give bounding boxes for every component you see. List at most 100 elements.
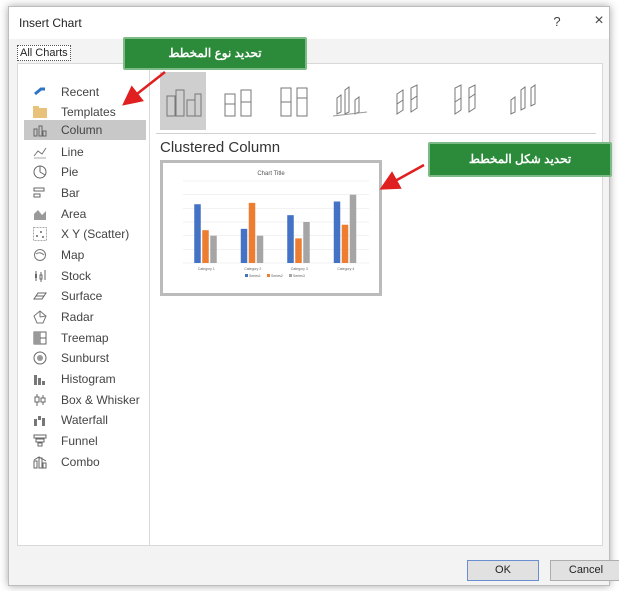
sidebar-item-histogram[interactable]: Histogram: [24, 369, 146, 389]
sidebar-item-pie[interactable]: Pie: [24, 162, 146, 182]
sidebar-item-label: Funnel: [61, 434, 98, 448]
sidebar-item-label: Treemap: [61, 331, 109, 345]
sidebar-item-label: Map: [61, 248, 85, 262]
sidebar-item-line[interactable]: Line: [24, 142, 146, 162]
preview-legend-swatch: [289, 274, 292, 277]
preview-legend-swatch: [267, 274, 270, 277]
sidebar-item-label: X Y (Scatter): [61, 227, 130, 241]
subtype-3d-column-icon[interactable]: [502, 72, 548, 130]
ok-button[interactable]: OK: [467, 560, 539, 581]
chart-preview[interactable]: Chart Title Category 1 Category 2 Category …: [160, 160, 382, 296]
sidebar-item-label: Bar: [61, 186, 80, 200]
combo-chart-icon: [32, 454, 48, 470]
sidebar-item-label: Waterfall: [61, 413, 108, 427]
close-button[interactable]: ×: [591, 13, 607, 29]
sidebar-item-radar[interactable]: Radar: [24, 307, 146, 327]
chart-type-list: Recent Templates Column Line Pie Bar Area X Y (…: [18, 64, 150, 545]
column-chart-icon: [32, 122, 48, 138]
preview-legend-label: Series3: [293, 274, 305, 278]
preview-legend-label: Series2: [271, 274, 283, 278]
sidebar-item-label: Surface: [61, 289, 103, 303]
help-button[interactable]: ?: [549, 14, 565, 30]
preview-bar: [333, 201, 341, 263]
sidebar-item-combo[interactable]: Combo: [24, 452, 146, 472]
sidebar-item-label: Line: [61, 145, 84, 159]
sidebar-item-recent[interactable]: Recent: [24, 82, 146, 102]
sidebar-item-treemap[interactable]: Treemap: [24, 328, 146, 348]
subtype-3d-100-stacked-column-icon[interactable]: [444, 72, 490, 130]
subtype-stacked-column-icon[interactable]: [216, 72, 262, 130]
sidebar-item-bar[interactable]: Bar: [24, 183, 146, 203]
preview-bar: [240, 228, 248, 263]
sidebar-item-sunburst[interactable]: Sunburst: [24, 348, 146, 368]
funnel-chart-icon: [32, 433, 48, 449]
preview-bar: [210, 235, 217, 263]
preview-bar: [349, 194, 357, 263]
sidebar-item-label: Box & Whisker: [61, 393, 140, 407]
preview-category-label: Category 2: [244, 267, 261, 271]
subtype-3d-stacked-column-icon[interactable]: [386, 72, 432, 130]
sidebar-item-label: Stock: [61, 269, 92, 283]
sidebar-item-label: Combo: [61, 455, 100, 469]
treemap-chart-icon: [32, 330, 48, 346]
folder-icon: [32, 104, 48, 120]
recent-icon: [32, 84, 48, 100]
sidebar-item-label: Sunburst: [61, 351, 110, 365]
histogram-chart-icon: [32, 371, 48, 387]
area-chart-icon: [32, 206, 48, 222]
preview-category-label: Category 3: [291, 267, 308, 271]
chart-subtype-row: [160, 72, 600, 130]
sidebar-item-templates[interactable]: Templates: [24, 102, 146, 122]
tab-all-charts[interactable]: All Charts: [17, 45, 71, 61]
pie-chart-icon: [32, 164, 48, 180]
preview-bar: [248, 202, 256, 263]
sidebar-item-column[interactable]: Column: [24, 120, 146, 140]
sidebar-item-x-y-scatter[interactable]: X Y (Scatter): [24, 224, 146, 244]
chart-shape-callout: تحديد شكل المخطط: [428, 142, 612, 177]
sidebar-item-label: Recent: [61, 85, 100, 99]
preview-bar: [303, 222, 310, 263]
chart-type-callout: تحديد نوع المخطط: [123, 37, 307, 70]
preview-bar: [295, 238, 302, 263]
subtype-3d-clustered-column-icon[interactable]: [328, 72, 374, 130]
preview-legend-label: Series1: [249, 274, 261, 278]
surface-chart-icon: [32, 288, 48, 304]
box-whisker-chart-icon: [32, 392, 48, 408]
chart-picker-panel: Recent Templates Column Line Pie Bar Area X Y (…: [17, 63, 603, 546]
line-chart-icon: [32, 144, 48, 160]
subtype-100-stacked-column-icon[interactable]: [272, 72, 318, 130]
subtype-title: Clustered Column: [160, 139, 281, 156]
sidebar-item-waterfall[interactable]: Waterfall: [24, 410, 146, 430]
sidebar-item-map[interactable]: Map: [24, 245, 146, 265]
sidebar-item-area[interactable]: Area: [24, 204, 146, 224]
radar-chart-icon: [32, 309, 48, 325]
sidebar-item-label: Radar: [61, 310, 94, 324]
sunburst-chart-icon: [32, 350, 48, 366]
preview-bar: [287, 215, 294, 263]
sidebar-item-box-whisker[interactable]: Box & Whisker: [24, 390, 146, 410]
stock-chart-icon: [32, 268, 48, 284]
scatter-chart-icon: [32, 226, 48, 242]
sidebar-item-surface[interactable]: Surface: [24, 286, 146, 306]
sidebar-item-label: Pie: [61, 165, 79, 179]
preview-chart-title: Chart Title: [257, 171, 285, 177]
sidebar-item-funnel[interactable]: Funnel: [24, 431, 146, 451]
preview-chart: Chart Title Category 1 Category 2 Category …: [183, 171, 369, 278]
sidebar-item-label: Templates: [61, 105, 116, 119]
waterfall-chart-icon: [32, 412, 48, 428]
preview-category-label: Category 1: [198, 267, 215, 271]
preview-legend-swatch: [245, 274, 248, 277]
sidebar-item-stock[interactable]: Stock: [24, 266, 146, 286]
preview-bar: [256, 235, 264, 263]
sidebar-item-label: Histogram: [61, 372, 116, 386]
preview-bar: [202, 230, 209, 263]
divider: [156, 133, 596, 134]
subtype-clustered-column-icon[interactable]: [160, 72, 206, 130]
cancel-button[interactable]: Cancel: [550, 560, 619, 581]
sidebar-item-label: Area: [61, 207, 87, 221]
sidebar-item-label: Column: [61, 123, 103, 137]
preview-bar: [194, 204, 201, 263]
preview-bar: [341, 224, 349, 263]
map-chart-icon: [32, 247, 48, 263]
title-bar: Insert Chart ? ×: [9, 7, 609, 39]
